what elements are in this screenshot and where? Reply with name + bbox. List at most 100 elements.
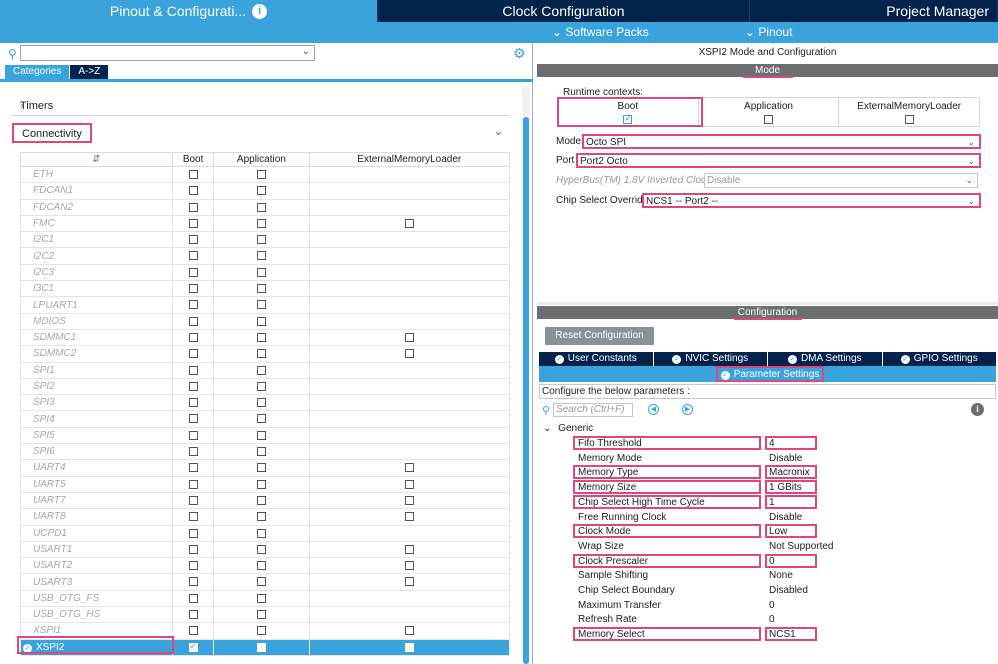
boot-checkbox[interactable] <box>188 414 198 424</box>
boot-checkbox[interactable] <box>188 528 198 538</box>
external-memory-loader-checkbox[interactable] <box>404 561 414 571</box>
search-icon[interactable]: ⚲ <box>8 47 17 61</box>
application-checkbox[interactable] <box>256 593 266 603</box>
table-row[interactable]: MDIOS <box>20 312 511 330</box>
table-row[interactable]: I2C2 <box>20 247 511 265</box>
boot-checkbox[interactable] <box>188 561 198 571</box>
application-checkbox[interactable] <box>256 512 266 522</box>
boot-checkbox[interactable] <box>188 202 198 212</box>
application-checkbox[interactable] <box>256 284 266 294</box>
parameter-value[interactable]: 4 <box>769 438 775 449</box>
application-checkbox[interactable] <box>256 626 266 636</box>
parameter-value[interactable]: Low <box>769 526 787 537</box>
chevron-right-icon[interactable]: › <box>20 100 504 112</box>
boot-checkbox[interactable] <box>188 610 198 620</box>
generic-group[interactable]: ⌄ Generic <box>543 423 593 434</box>
table-row[interactable]: I2C1 <box>20 231 511 249</box>
table-row[interactable]: SDMMC2 <box>20 345 511 363</box>
application-checkbox[interactable] <box>256 316 266 326</box>
peripheral-name[interactable]: I3C1 <box>20 280 173 298</box>
next-match-icon[interactable]: ▶ <box>682 404 693 415</box>
boot-checkbox[interactable] <box>188 544 198 554</box>
peripheral-name[interactable]: UART8 <box>20 508 173 526</box>
table-row[interactable]: SPI3 <box>20 394 511 412</box>
panel-splitter[interactable] <box>537 302 998 305</box>
table-row[interactable]: UCPD1 <box>20 524 511 542</box>
application-checkbox[interactable] <box>256 561 266 571</box>
peripheral-name[interactable]: USB_OTG_HS <box>20 606 173 624</box>
boot-checkbox[interactable] <box>188 626 198 636</box>
application-checkbox[interactable] <box>256 202 266 212</box>
parameter-row[interactable]: Wrap Size Not Supported <box>577 540 997 554</box>
table-row[interactable]: UART7 <box>20 491 511 510</box>
tab-project-manager[interactable]: Project Manager <box>750 0 998 22</box>
parameter-value[interactable]: 1 <box>769 497 775 508</box>
application-checkbox[interactable] <box>256 251 266 261</box>
parameter-row[interactable]: Clock Prescaler 0 <box>573 553 997 569</box>
previous-match-icon[interactable]: ◀ <box>648 404 659 415</box>
external-memory-loader-checkbox[interactable] <box>404 626 414 636</box>
chevron-down-icon[interactable]: ⌄ <box>967 155 975 168</box>
peripheral-name[interactable]: LPUART1 <box>20 296 173 314</box>
application-checkbox[interactable] <box>256 332 266 342</box>
boot-checkbox[interactable] <box>188 251 198 261</box>
peripheral-name[interactable]: SPI5 <box>20 426 173 445</box>
reset-configuration-button[interactable]: Reset Configuration <box>545 327 654 345</box>
category-search-input[interactable]: ⌄ <box>20 45 315 61</box>
peripheral-name[interactable]: USART2 <box>20 557 173 575</box>
parameter-row[interactable]: Chip Select Boundary Disabled <box>577 584 997 598</box>
peripheral-name[interactable]: FMC <box>20 214 173 233</box>
application-checkbox[interactable] <box>256 430 266 440</box>
table-row[interactable]: USB_OTG_FS <box>20 589 511 608</box>
table-row[interactable]: ETH <box>20 165 511 184</box>
scrollbar-thumb[interactable] <box>523 117 529 664</box>
peripheral-name[interactable]: UCPD1 <box>20 524 173 542</box>
application-checkbox[interactable] <box>256 349 266 359</box>
parameter-row[interactable]: Memory Mode Disable <box>577 452 997 466</box>
table-row[interactable]: USART2 <box>20 557 511 575</box>
boot-checkbox[interactable] <box>188 641 198 652</box>
table-row[interactable]: SPI5 <box>20 426 511 445</box>
peripheral-name[interactable]: FDCAN1 <box>20 182 173 200</box>
peripheral-name[interactable]: I2C2 <box>20 247 173 265</box>
application-checkbox[interactable] <box>256 414 266 424</box>
table-row[interactable]: FMC <box>20 214 511 233</box>
software-packs-menu[interactable]: ⌄ Software Packs <box>552 25 649 39</box>
tab-a-z[interactable]: A->Z <box>70 65 109 79</box>
peripheral-name[interactable]: ETH <box>20 165 173 184</box>
parameter-value[interactable]: Disable <box>769 512 802 523</box>
boot-checkbox[interactable] <box>188 186 198 196</box>
boot-checkbox[interactable] <box>188 577 198 587</box>
application-checkbox[interactable] <box>256 544 266 554</box>
parameter-value[interactable]: Macronix <box>769 467 810 478</box>
boot-checkbox[interactable] <box>188 381 198 391</box>
table-row[interactable]: SPI4 <box>20 410 511 428</box>
boot-checkbox[interactable] <box>188 447 198 457</box>
application-checkbox[interactable] <box>256 170 266 179</box>
external-memory-loader-checkbox[interactable] <box>404 479 414 489</box>
external-memory-loader-checkbox[interactable] <box>404 642 414 652</box>
parameter-value[interactable]: 0 <box>769 556 775 567</box>
peripheral-name[interactable]: USART3 <box>20 573 173 591</box>
parameter-value[interactable]: 0 <box>769 614 775 625</box>
boot-checkbox[interactable] <box>188 300 198 310</box>
tab-clock-configuration[interactable]: Clock Configuration <box>378 0 750 22</box>
peripheral-name[interactable]: SPI4 <box>20 410 173 428</box>
application-checkbox[interactable] <box>256 642 266 652</box>
table-row[interactable]: I2C3 <box>20 263 511 282</box>
tab-user-constants[interactable]: ✓ User Constants <box>539 352 654 366</box>
table-row[interactable]: UART5 <box>20 475 511 493</box>
search-icon[interactable]: ⚲ <box>542 404 550 417</box>
application-checkbox[interactable] <box>256 528 266 538</box>
external-memory-loader-checkbox[interactable] <box>404 218 414 228</box>
table-row[interactable]: FDCAN1 <box>20 182 511 200</box>
sort-icon[interactable]: ⇵ <box>92 154 100 165</box>
application-checkbox[interactable] <box>256 463 266 473</box>
application-checkbox[interactable] <box>256 381 266 391</box>
boot-checkbox[interactable] <box>188 495 198 505</box>
chevron-down-icon[interactable]: ⌄ <box>967 195 975 208</box>
peripheral-name[interactable]: USB_OTG_FS <box>20 589 173 608</box>
info-icon[interactable]: i <box>252 3 268 19</box>
boot-checkbox[interactable] <box>188 349 198 359</box>
external-memory-loader-checkbox[interactable] <box>404 463 414 473</box>
